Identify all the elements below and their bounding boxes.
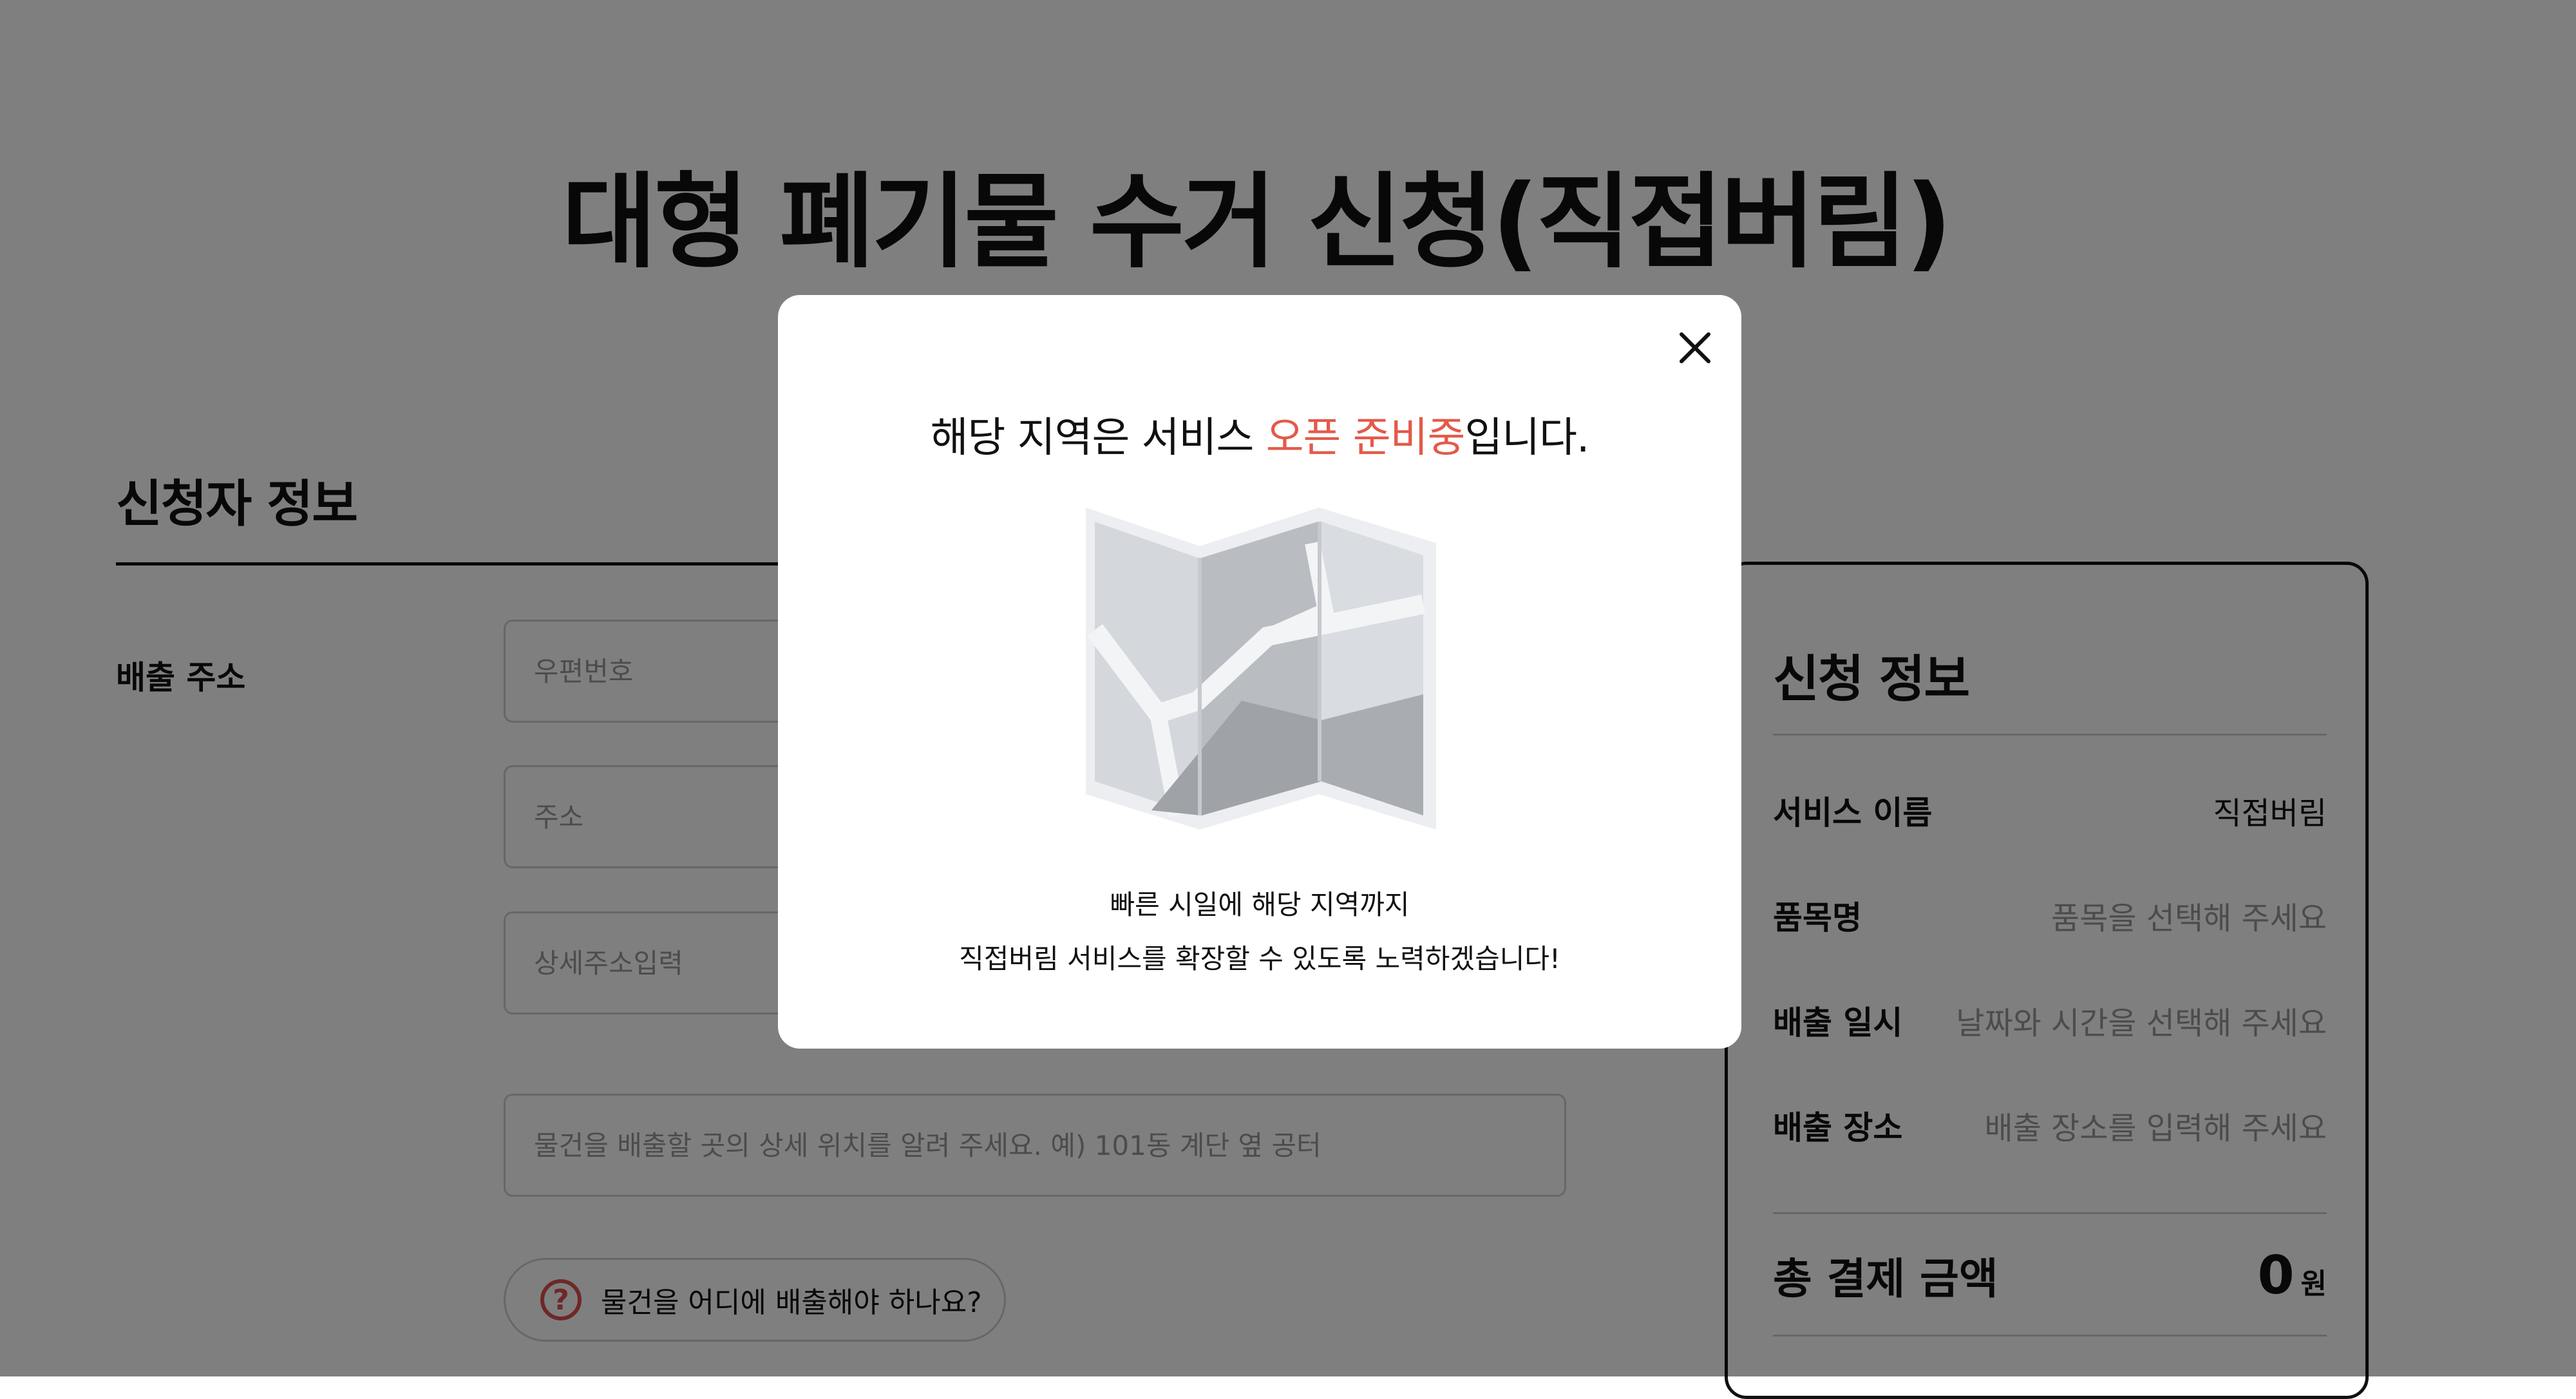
headline-suffix: 입니다.: [1464, 414, 1589, 462]
headline-text: 해당 지역은 서비스: [930, 414, 1266, 462]
headline-highlight: 오픈 준비중: [1265, 414, 1466, 462]
message-line-1: 빠른 시일에 해당 지역까지: [1110, 889, 1410, 920]
folded-map-icon: [1086, 508, 1436, 830]
service-unavailable-dialog: 해당 지역은 서비스 오픈 준비중입니다. 빠른 시일에 해당 지역까지 직접버…: [778, 295, 1741, 1049]
message-line-2: 직접버림 서비스를 확장할 수 있도록 노력하겠습니다!: [959, 943, 1560, 975]
dialog-message: 빠른 시일에 해당 지역까지 직접버림 서비스를 확장할 수 있도록 노력하겠습…: [778, 878, 1741, 986]
close-button[interactable]: [1669, 322, 1721, 374]
close-icon: [1680, 332, 1710, 363]
dialog-headline: 해당 지역은 서비스 오픈 준비중입니다.: [778, 404, 1741, 464]
